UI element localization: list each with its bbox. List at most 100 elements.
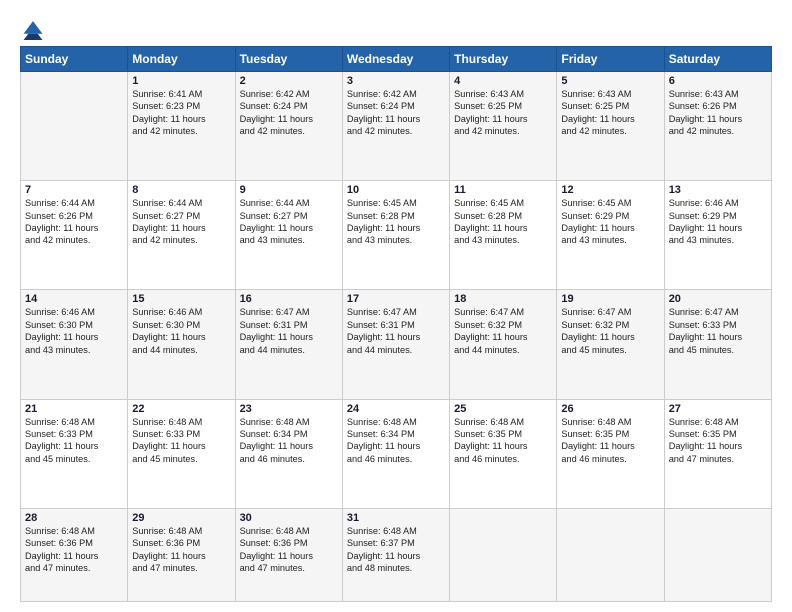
calendar-cell: 24Sunrise: 6:48 AMSunset: 6:34 PMDayligh… [342, 399, 449, 508]
day-info: Sunrise: 6:48 AMSunset: 6:33 PMDaylight:… [25, 416, 123, 466]
weekday-friday: Friday [557, 47, 664, 72]
day-info: Sunrise: 6:47 AMSunset: 6:32 PMDaylight:… [561, 306, 659, 356]
day-number: 30 [240, 512, 338, 524]
weekday-monday: Monday [128, 47, 235, 72]
calendar-cell: 8Sunrise: 6:44 AMSunset: 6:27 PMDaylight… [128, 181, 235, 290]
calendar-cell: 3Sunrise: 6:42 AMSunset: 6:24 PMDaylight… [342, 72, 449, 181]
logo-text [20, 18, 44, 40]
calendar-week-4: 21Sunrise: 6:48 AMSunset: 6:33 PMDayligh… [21, 399, 772, 508]
weekday-sunday: Sunday [21, 47, 128, 72]
day-info: Sunrise: 6:46 AMSunset: 6:29 PMDaylight:… [669, 197, 767, 247]
day-info: Sunrise: 6:45 AMSunset: 6:28 PMDaylight:… [347, 197, 445, 247]
calendar-cell: 9Sunrise: 6:44 AMSunset: 6:27 PMDaylight… [235, 181, 342, 290]
day-info: Sunrise: 6:44 AMSunset: 6:27 PMDaylight:… [240, 197, 338, 247]
day-number: 23 [240, 403, 338, 415]
day-info: Sunrise: 6:46 AMSunset: 6:30 PMDaylight:… [132, 306, 230, 356]
day-info: Sunrise: 6:48 AMSunset: 6:35 PMDaylight:… [454, 416, 552, 466]
calendar-cell: 22Sunrise: 6:48 AMSunset: 6:33 PMDayligh… [128, 399, 235, 508]
header [20, 18, 772, 36]
day-number: 31 [347, 512, 445, 524]
day-number: 13 [669, 184, 767, 196]
day-number: 26 [561, 403, 659, 415]
day-number: 4 [454, 75, 552, 87]
logo-icon [22, 18, 44, 40]
day-number: 12 [561, 184, 659, 196]
day-number: 27 [669, 403, 767, 415]
day-info: Sunrise: 6:41 AMSunset: 6:23 PMDaylight:… [132, 88, 230, 138]
day-number: 9 [240, 184, 338, 196]
day-number: 14 [25, 293, 123, 305]
weekday-header-row: SundayMondayTuesdayWednesdayThursdayFrid… [21, 47, 772, 72]
calendar-cell: 14Sunrise: 6:46 AMSunset: 6:30 PMDayligh… [21, 290, 128, 399]
calendar-cell: 5Sunrise: 6:43 AMSunset: 6:25 PMDaylight… [557, 72, 664, 181]
day-info: Sunrise: 6:48 AMSunset: 6:34 PMDaylight:… [240, 416, 338, 466]
calendar-cell: 26Sunrise: 6:48 AMSunset: 6:35 PMDayligh… [557, 399, 664, 508]
calendar-cell: 27Sunrise: 6:48 AMSunset: 6:35 PMDayligh… [664, 399, 771, 508]
calendar-cell: 19Sunrise: 6:47 AMSunset: 6:32 PMDayligh… [557, 290, 664, 399]
day-number: 21 [25, 403, 123, 415]
calendar-cell: 30Sunrise: 6:48 AMSunset: 6:36 PMDayligh… [235, 508, 342, 601]
calendar-cell: 4Sunrise: 6:43 AMSunset: 6:25 PMDaylight… [450, 72, 557, 181]
calendar-cell: 7Sunrise: 6:44 AMSunset: 6:26 PMDaylight… [21, 181, 128, 290]
calendar-week-2: 7Sunrise: 6:44 AMSunset: 6:26 PMDaylight… [21, 181, 772, 290]
day-info: Sunrise: 6:47 AMSunset: 6:31 PMDaylight:… [347, 306, 445, 356]
day-info: Sunrise: 6:45 AMSunset: 6:29 PMDaylight:… [561, 197, 659, 247]
calendar-cell: 20Sunrise: 6:47 AMSunset: 6:33 PMDayligh… [664, 290, 771, 399]
calendar-cell: 13Sunrise: 6:46 AMSunset: 6:29 PMDayligh… [664, 181, 771, 290]
day-number: 18 [454, 293, 552, 305]
calendar-cell: 25Sunrise: 6:48 AMSunset: 6:35 PMDayligh… [450, 399, 557, 508]
day-info: Sunrise: 6:48 AMSunset: 6:35 PMDaylight:… [561, 416, 659, 466]
day-number: 19 [561, 293, 659, 305]
weekday-thursday: Thursday [450, 47, 557, 72]
day-number: 17 [347, 293, 445, 305]
day-number: 24 [347, 403, 445, 415]
calendar-week-5: 28Sunrise: 6:48 AMSunset: 6:36 PMDayligh… [21, 508, 772, 601]
calendar-cell: 10Sunrise: 6:45 AMSunset: 6:28 PMDayligh… [342, 181, 449, 290]
calendar-cell: 28Sunrise: 6:48 AMSunset: 6:36 PMDayligh… [21, 508, 128, 601]
calendar-cell [557, 508, 664, 601]
calendar-cell [664, 508, 771, 601]
day-number: 28 [25, 512, 123, 524]
calendar-week-3: 14Sunrise: 6:46 AMSunset: 6:30 PMDayligh… [21, 290, 772, 399]
day-number: 11 [454, 184, 552, 196]
calendar-header: SundayMondayTuesdayWednesdayThursdayFrid… [21, 47, 772, 72]
day-info: Sunrise: 6:48 AMSunset: 6:36 PMDaylight:… [25, 525, 123, 575]
calendar-cell: 31Sunrise: 6:48 AMSunset: 6:37 PMDayligh… [342, 508, 449, 601]
weekday-saturday: Saturday [664, 47, 771, 72]
calendar-cell [450, 508, 557, 601]
day-info: Sunrise: 6:44 AMSunset: 6:27 PMDaylight:… [132, 197, 230, 247]
day-info: Sunrise: 6:42 AMSunset: 6:24 PMDaylight:… [347, 88, 445, 138]
day-number: 3 [347, 75, 445, 87]
page: SundayMondayTuesdayWednesdayThursdayFrid… [0, 0, 792, 612]
day-number: 1 [132, 75, 230, 87]
calendar-cell: 6Sunrise: 6:43 AMSunset: 6:26 PMDaylight… [664, 72, 771, 181]
day-info: Sunrise: 6:48 AMSunset: 6:37 PMDaylight:… [347, 525, 445, 575]
day-number: 7 [25, 184, 123, 196]
day-info: Sunrise: 6:48 AMSunset: 6:36 PMDaylight:… [240, 525, 338, 575]
day-number: 16 [240, 293, 338, 305]
day-info: Sunrise: 6:43 AMSunset: 6:25 PMDaylight:… [454, 88, 552, 138]
calendar-week-1: 1Sunrise: 6:41 AMSunset: 6:23 PMDaylight… [21, 72, 772, 181]
calendar-cell: 21Sunrise: 6:48 AMSunset: 6:33 PMDayligh… [21, 399, 128, 508]
logo [20, 18, 44, 36]
day-number: 15 [132, 293, 230, 305]
day-number: 25 [454, 403, 552, 415]
day-number: 20 [669, 293, 767, 305]
day-info: Sunrise: 6:45 AMSunset: 6:28 PMDaylight:… [454, 197, 552, 247]
calendar-cell: 16Sunrise: 6:47 AMSunset: 6:31 PMDayligh… [235, 290, 342, 399]
calendar-cell [21, 72, 128, 181]
calendar-cell: 18Sunrise: 6:47 AMSunset: 6:32 PMDayligh… [450, 290, 557, 399]
calendar-cell: 12Sunrise: 6:45 AMSunset: 6:29 PMDayligh… [557, 181, 664, 290]
day-info: Sunrise: 6:43 AMSunset: 6:26 PMDaylight:… [669, 88, 767, 138]
day-info: Sunrise: 6:43 AMSunset: 6:25 PMDaylight:… [561, 88, 659, 138]
day-info: Sunrise: 6:46 AMSunset: 6:30 PMDaylight:… [25, 306, 123, 356]
weekday-tuesday: Tuesday [235, 47, 342, 72]
calendar-cell: 15Sunrise: 6:46 AMSunset: 6:30 PMDayligh… [128, 290, 235, 399]
calendar-cell: 2Sunrise: 6:42 AMSunset: 6:24 PMDaylight… [235, 72, 342, 181]
calendar-cell: 23Sunrise: 6:48 AMSunset: 6:34 PMDayligh… [235, 399, 342, 508]
day-number: 10 [347, 184, 445, 196]
day-info: Sunrise: 6:48 AMSunset: 6:33 PMDaylight:… [132, 416, 230, 466]
day-info: Sunrise: 6:47 AMSunset: 6:33 PMDaylight:… [669, 306, 767, 356]
day-info: Sunrise: 6:48 AMSunset: 6:34 PMDaylight:… [347, 416, 445, 466]
calendar-body: 1Sunrise: 6:41 AMSunset: 6:23 PMDaylight… [21, 72, 772, 602]
